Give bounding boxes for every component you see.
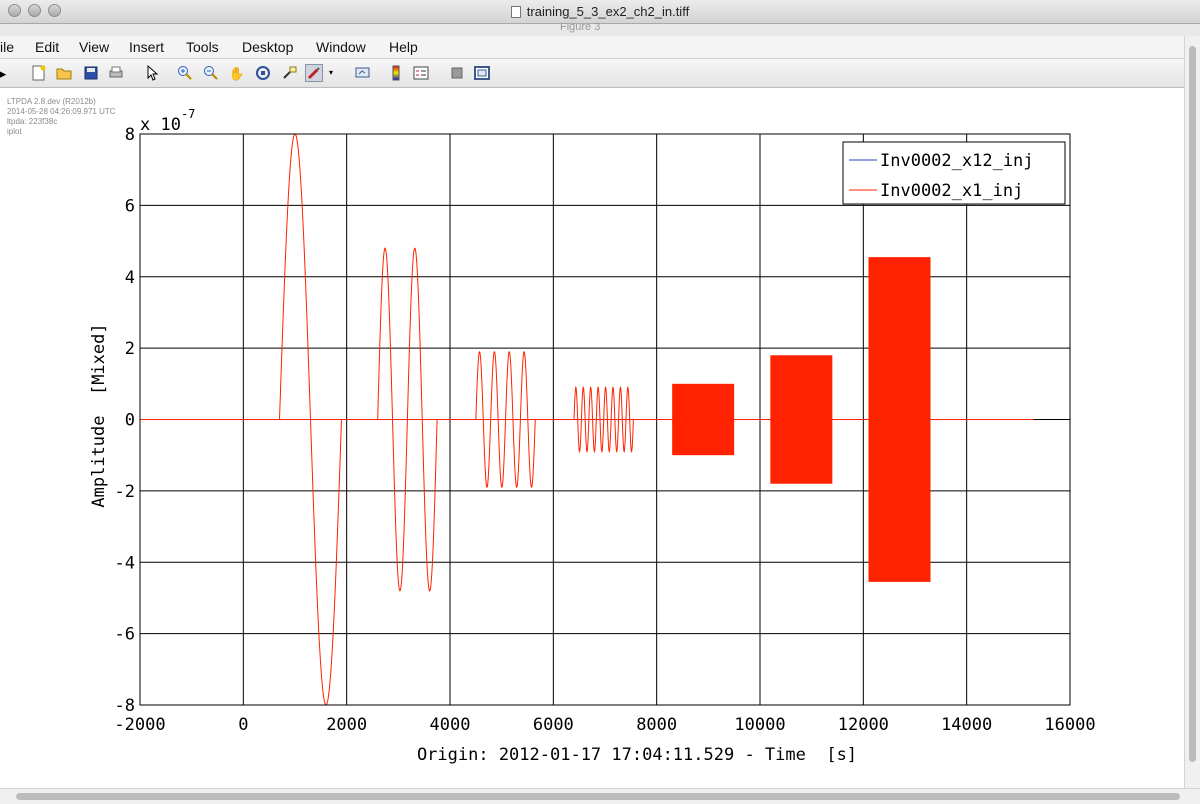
x-tick-label: 4000: [430, 715, 471, 735]
y-tick-label: 4: [125, 268, 135, 288]
figure-subtitle: Figure 3: [560, 23, 601, 33]
y-exponent-power: -7: [181, 107, 195, 121]
y-tick-label: 2: [125, 339, 135, 359]
menu-desktop[interactable]: Desktop: [242, 39, 293, 55]
y-tick-label: -2: [115, 482, 135, 502]
y-exponent-label: x 10-7: [140, 107, 195, 135]
menu-insert[interactable]: Insert: [129, 39, 164, 55]
plot-series: [140, 133, 1034, 706]
select-pointer-icon[interactable]: [143, 64, 161, 82]
document-icon: [510, 6, 521, 18]
y-tick-label: 6: [125, 196, 135, 216]
x-tick-label: 0: [238, 715, 248, 735]
y-exponent-base: x 10: [140, 115, 181, 135]
legend-label-x12: Inv0002_x12_inj: [880, 151, 1034, 171]
horizontal-scrollbar[interactable]: [0, 788, 1200, 804]
window-title: training_5_3_ex2_ch2_in.tiff: [0, 4, 1200, 19]
arrow-icon[interactable]: ▸: [0, 64, 12, 82]
legend-label-x1: Inv0002_x1_inj: [880, 181, 1023, 201]
legend-icon[interactable]: [412, 64, 430, 82]
x-tick-label: 2000: [326, 715, 367, 735]
time-series-chart: -2000 0 2000 4000 6000 8000 10000 12000 14000 160…: [89, 107, 1096, 765]
brush-dropdown-icon[interactable]: ▾: [326, 64, 336, 82]
y-axis-label: Amplitude [Mixed]: [89, 323, 109, 507]
x-tick-label: 12000: [838, 715, 889, 735]
vertical-scrollbar[interactable]: [1184, 36, 1200, 788]
menu-edit[interactable]: Edit: [35, 39, 59, 55]
legend[interactable]: Inv0002_x12_inj Inv0002_x1_inj: [842, 141, 1066, 205]
menu-bar: ile Edit View Insert Tools Desktop Windo…: [0, 36, 1184, 59]
axis-ticks: -2000 0 2000 4000 6000 8000 10000 12000 14000 160…: [114, 125, 1095, 735]
x-tick-label: 6000: [533, 715, 574, 735]
save-icon[interactable]: [82, 64, 100, 82]
horizontal-scroll-thumb[interactable]: [16, 793, 1180, 800]
pan-icon[interactable]: ✋: [228, 64, 246, 82]
brush-icon[interactable]: [305, 64, 323, 82]
zoom-in-icon[interactable]: [176, 64, 194, 82]
y-tick-label: -4: [115, 553, 135, 573]
menu-window[interactable]: Window: [316, 39, 366, 55]
menu-view[interactable]: View: [79, 39, 109, 55]
show-plot-tools-icon[interactable]: [473, 64, 491, 82]
x-tick-label: 14000: [941, 715, 992, 735]
x-tick-label: 8000: [636, 715, 677, 735]
menu-help[interactable]: Help: [389, 39, 418, 55]
new-figure-icon[interactable]: [30, 64, 48, 82]
x-tick-label: 16000: [1044, 715, 1095, 735]
x-tick-label: -2000: [114, 715, 165, 735]
colorbar-icon[interactable]: [387, 64, 405, 82]
y-tick-label: -8: [115, 696, 135, 716]
y-tick-label: 0: [125, 411, 135, 431]
window-title-bar: training_5_3_ex2_ch2_in.tiff: [0, 0, 1200, 24]
menu-file[interactable]: ile: [0, 39, 14, 55]
y-tick-label: 8: [125, 125, 135, 145]
print-icon[interactable]: [107, 64, 125, 82]
vertical-scroll-thumb[interactable]: [1189, 46, 1196, 762]
burst-x1-inj: [868, 257, 931, 582]
y-tick-label: -6: [115, 625, 135, 645]
menu-tools[interactable]: Tools: [186, 39, 219, 55]
open-file-icon[interactable]: [55, 64, 73, 82]
link-plot-icon[interactable]: [354, 64, 372, 82]
zoom-out-icon[interactable]: [202, 64, 220, 82]
rotate-3d-icon[interactable]: [254, 64, 272, 82]
hide-plot-tools-icon[interactable]: [448, 64, 466, 82]
x-tick-label: 10000: [734, 715, 785, 735]
window-title-text: training_5_3_ex2_ch2_in.tiff: [526, 4, 690, 19]
burst-x1-inj: [770, 355, 833, 484]
x-axis-label: Origin: 2012-01-17 17:04:11.529 - Time […: [417, 745, 857, 765]
figure-toolbar: ▸ ✋ ▾: [0, 59, 1184, 88]
burst-x1-inj: [672, 383, 735, 456]
data-cursor-icon[interactable]: [280, 64, 298, 82]
